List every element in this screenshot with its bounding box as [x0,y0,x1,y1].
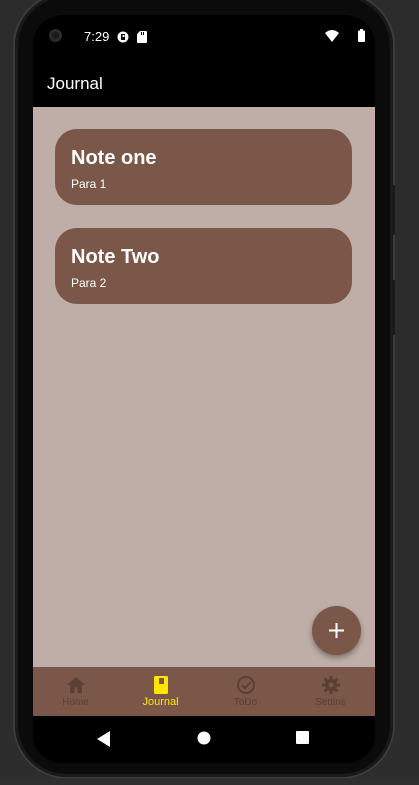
note-title: Note one [71,147,157,169]
journal-list: Note one Para 1 Note Two Para 2 [33,107,375,667]
front-camera [49,29,62,42]
power-button [392,185,395,235]
page-title: Journal [47,74,103,93]
note-card[interactable]: Note Two Para 2 [55,228,352,304]
note-paragraph: Para 2 [71,276,107,290]
status-bar: 7:29 [33,15,375,59]
bottom-navigation: Home Journal ToDo Settins [33,667,375,716]
sd-card-icon [137,30,147,48]
add-note-button[interactable] [312,606,361,655]
system-navigation-bar [33,716,375,763]
add-icon [329,623,344,638]
nav-item-journal[interactable]: Journal [118,667,203,716]
home-icon [66,675,86,695]
nav-item-home[interactable]: Home [33,667,118,716]
app-bar: Journal [33,59,375,107]
notification-app-icon [117,30,129,48]
journal-icon [151,675,171,695]
bottom-strip [0,778,419,785]
nav-item-settings[interactable]: Settins [288,667,373,716]
volume-button [392,280,395,335]
note-card[interactable]: Note one Para 1 [55,129,352,205]
wifi-icon [325,29,339,47]
recent-apps-icon[interactable] [296,731,309,749]
check-circle-icon [236,675,256,695]
back-icon[interactable] [97,731,111,752]
status-time: 7:29 [84,29,110,44]
nav-label: Settins [315,697,346,708]
note-title: Note Two [71,246,160,268]
nav-item-todo[interactable]: ToDo [203,667,288,716]
home-button-icon[interactable] [197,731,211,750]
gear-icon [321,675,341,695]
nav-label: Journal [142,696,179,708]
nav-label: Home [62,697,89,708]
note-paragraph: Para 1 [71,177,107,191]
nav-label: ToDo [233,697,258,708]
phone-screen: 7:29 Journal Note one Para 1 Note Two Pa… [33,15,375,763]
device-frame: 7:29 Journal Note one Para 1 Note Two Pa… [0,0,419,785]
battery-icon [358,29,365,47]
